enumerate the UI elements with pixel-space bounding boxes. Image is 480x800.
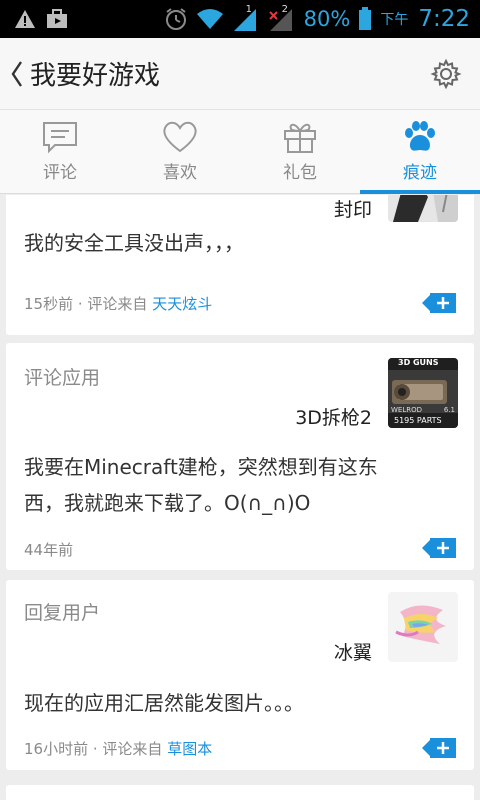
app-thumbnail[interactable]: 3D GUNS WELROD 6.1 5195 PARTS <box>388 358 458 428</box>
thumb-caption-left: WELROD <box>391 406 423 414</box>
comment-text: 现在的应用汇居然能发图片。。。 <box>24 691 304 715</box>
signal-sim1-icon: 1 <box>232 4 260 32</box>
activity-card[interactable] <box>6 785 474 800</box>
tab-traces[interactable]: 痕迹 <box>360 110 480 194</box>
activity-card[interactable]: 评论应用 3D拆枪2 3D GUNS WELROD 6.1 5195 PARTS… <box>6 343 474 570</box>
page-title: 我要好游戏 <box>30 61 161 91</box>
source-app-link[interactable]: 草图本 <box>167 740 212 758</box>
tab-label: 礼包 <box>283 163 317 183</box>
tab-gifts[interactable]: 礼包 <box>240 110 360 193</box>
wifi-icon <box>196 9 223 29</box>
app-name[interactable]: 3D拆枪2 <box>295 403 372 430</box>
comment-text: 我要在Minecraft建枪，突然想到有这东 西，我就跑来下载了。O(∩_∩)O <box>24 449 454 521</box>
comment-line: 我要在Minecraft建枪，突然想到有这东 <box>24 455 378 479</box>
add-button[interactable] <box>422 291 458 315</box>
app-thumbnail[interactable] <box>388 195 458 222</box>
activity-type: 回复用户 <box>24 602 101 624</box>
comment-meta: 16小时前 · 评论来自 草图本 <box>24 738 212 759</box>
clock-ampm: 下午 <box>380 12 409 28</box>
app-thumbnail[interactable] <box>388 592 458 662</box>
briefcase-icon <box>47 9 67 28</box>
gear-icon <box>430 58 462 89</box>
tab-likes[interactable]: 喜欢 <box>120 110 240 193</box>
tab-bar: 评论 喜欢 礼包 痕迹 <box>0 110 480 194</box>
thumb-caption-bottom: 5195 PARTS <box>394 416 442 425</box>
activity-type: 评论应用 <box>24 367 101 389</box>
add-button[interactable] <box>422 536 458 560</box>
thumb-caption-right: 6.1 <box>443 406 455 414</box>
heart-icon <box>163 121 197 153</box>
warning-icon <box>15 10 35 28</box>
gift-icon <box>284 123 316 153</box>
comment-text: 我的安全工具没出声，，， <box>24 231 244 255</box>
tab-label: 评论 <box>43 163 77 183</box>
status-bar: 1 2 80% 下午 7:22 <box>0 0 480 38</box>
title-bar: 我要好游戏 <box>0 38 480 110</box>
comment-via: · 评论来自 <box>77 295 148 313</box>
settings-button[interactable] <box>426 54 466 94</box>
chevron-left-icon <box>11 60 22 87</box>
add-button[interactable] <box>422 736 458 760</box>
comment-time: 16小时前 <box>24 740 89 758</box>
source-app-link[interactable]: 天天炫斗 <box>152 295 212 313</box>
app-name[interactable]: 封印 <box>334 195 372 222</box>
comment-icon <box>43 122 77 154</box>
tab-label: 痕迹 <box>403 163 437 183</box>
thumb-caption-top: 3D GUNS <box>398 358 439 367</box>
battery-percent: 80% <box>303 7 351 31</box>
activity-card[interactable]: 回复用户 冰翼 现在的应用汇居然能发图片。。。 16小时前 · 评论来自 草图本 <box>6 580 474 770</box>
tab-comments[interactable]: 评论 <box>0 110 120 193</box>
signal-sim2-icon: 2 <box>268 4 296 32</box>
comment-time: 44年前 <box>24 541 74 559</box>
activity-feed: 封印 我的安全工具没出声，，， 15秒前 · 评论来自 天天炫斗 评论应用 3D… <box>0 195 480 800</box>
comment-meta: 44年前 <box>24 539 73 560</box>
back-button[interactable]: 我要好游戏 <box>0 38 160 109</box>
clock-time: 7:22 <box>418 6 470 32</box>
activity-card[interactable]: 封印 我的安全工具没出声，，， 15秒前 · 评论来自 天天炫斗 <box>6 195 474 335</box>
comment-line: 西，我就跑来下载了。O(∩_∩)O <box>24 491 311 515</box>
comment-time: 15秒前 <box>24 295 74 313</box>
app-name[interactable]: 冰翼 <box>334 638 372 665</box>
tab-label: 喜欢 <box>163 163 197 183</box>
alarm-icon <box>165 8 186 30</box>
battery-icon <box>359 7 372 30</box>
paw-icon <box>405 121 435 151</box>
sim2-label: 2 <box>281 4 289 15</box>
sim1-label: 1 <box>245 4 253 15</box>
comment-via: · 评论来自 <box>92 740 163 758</box>
comment-meta: 15秒前 · 评论来自 天天炫斗 <box>24 293 212 314</box>
